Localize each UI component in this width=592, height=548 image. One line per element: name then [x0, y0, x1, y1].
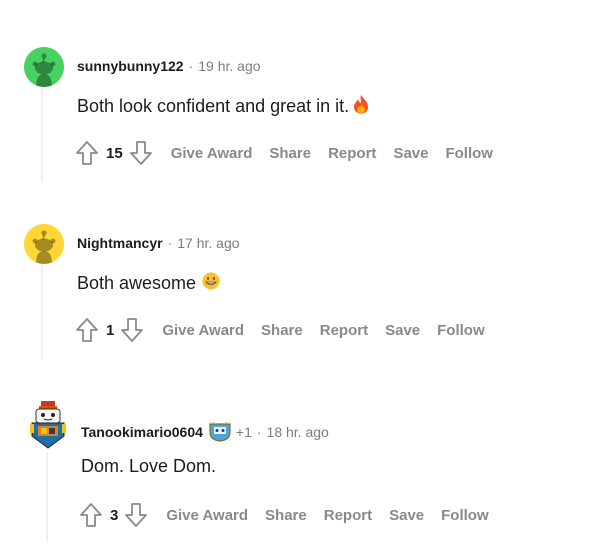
save-button[interactable]: Save — [393, 145, 428, 162]
downvote-arrow-icon — [125, 503, 148, 527]
thread-line[interactable] — [41, 87, 43, 182]
upvote-arrow-icon — [76, 141, 98, 165]
username[interactable]: Nightmancyr — [77, 235, 163, 251]
flair-badge[interactable]: +1 — [208, 422, 252, 442]
avatar[interactable] — [24, 47, 64, 87]
give-award-button[interactable]: Give Award — [166, 507, 248, 524]
comment-text: Both look confident and great in it. — [77, 96, 350, 116]
timestamp[interactable]: 17 hr. ago — [177, 235, 239, 251]
follow-button[interactable]: Follow — [437, 322, 485, 339]
give-award-button[interactable]: Give Award — [171, 145, 253, 162]
avatar[interactable] — [27, 400, 69, 450]
downvote-arrow-icon — [129, 141, 152, 165]
comment-text: Both awesome — [77, 273, 197, 293]
custom-avatar-icon — [30, 401, 66, 449]
upvote-button[interactable] — [79, 502, 103, 528]
downvote-arrow-icon — [121, 318, 144, 342]
separator: · — [167, 235, 173, 251]
trophy-flair-icon — [209, 422, 231, 442]
upvote-arrow-icon — [76, 318, 98, 342]
grinning-emoji-icon — [202, 272, 220, 295]
share-button[interactable]: Share — [265, 507, 307, 524]
avatar[interactable] — [24, 224, 64, 264]
thread-line[interactable] — [46, 452, 48, 542]
save-button[interactable]: Save — [385, 322, 420, 339]
timestamp[interactable]: 18 hr. ago — [267, 424, 329, 440]
save-button[interactable]: Save — [389, 507, 424, 524]
thread-line[interactable] — [41, 264, 43, 359]
vote-count: 15 — [106, 144, 123, 162]
report-button[interactable]: Report — [320, 322, 368, 339]
vote-count: 1 — [106, 321, 115, 339]
upvote-button[interactable] — [75, 317, 99, 343]
report-button[interactable]: Report — [328, 145, 376, 162]
upvote-arrow-icon — [80, 503, 102, 527]
downvote-button[interactable] — [120, 317, 144, 343]
fire-emoji-icon — [352, 94, 370, 119]
username[interactable]: Tanookimario0604 — [81, 424, 203, 440]
follow-button[interactable]: Follow — [441, 507, 489, 524]
snoo-avatar-icon — [24, 224, 64, 264]
separator: · — [188, 58, 194, 74]
give-award-button[interactable]: Give Award — [162, 322, 244, 339]
username[interactable]: sunnybunny122 — [77, 58, 184, 74]
snoo-avatar-icon — [24, 47, 64, 87]
share-button[interactable]: Share — [269, 145, 311, 162]
downvote-button[interactable] — [129, 140, 153, 166]
upvote-button[interactable] — [75, 140, 99, 166]
share-button[interactable]: Share — [261, 322, 303, 339]
flair-count: +1 — [235, 424, 252, 440]
report-button[interactable]: Report — [324, 507, 372, 524]
comment-text: Dom. Love Dom. — [81, 456, 217, 476]
follow-button[interactable]: Follow — [445, 145, 493, 162]
timestamp[interactable]: 19 hr. ago — [198, 58, 260, 74]
separator: · — [256, 424, 262, 440]
downvote-button[interactable] — [124, 502, 148, 528]
vote-count: 3 — [110, 506, 119, 524]
